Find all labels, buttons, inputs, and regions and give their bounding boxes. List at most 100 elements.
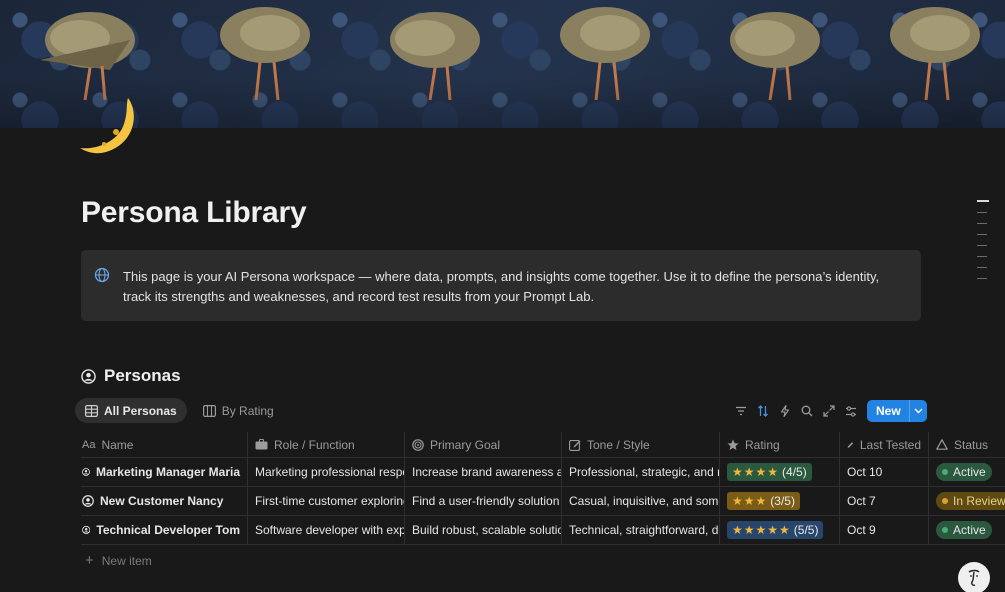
tab-by-rating[interactable]: By Rating xyxy=(193,398,284,423)
column-header-role[interactable]: Role / Function xyxy=(248,432,405,457)
pen-icon xyxy=(847,441,854,448)
cell-name[interactable]: Technical Developer Tom xyxy=(81,516,248,544)
table-row[interactable]: Marketing Manager Maria Marketing profes… xyxy=(81,458,1005,487)
rating-stars: ★★★★★ xyxy=(732,523,791,537)
rating-stars: ★★★★ xyxy=(732,465,780,479)
new-item-label: New item xyxy=(101,553,152,568)
row-name: New Customer Nancy xyxy=(100,494,224,508)
toc-line xyxy=(977,212,987,213)
database-title[interactable]: Personas xyxy=(81,366,181,386)
cell-role[interactable]: Software developer with expert xyxy=(248,516,405,544)
filter-icon[interactable] xyxy=(730,400,752,422)
rating-badge: ★★★★★ (5/5) xyxy=(727,521,824,539)
new-button-label: New xyxy=(876,404,901,418)
status-badge: Active xyxy=(936,521,992,539)
column-header-goal[interactable]: Primary Goal xyxy=(405,432,562,457)
row-name: Marketing Manager Maria xyxy=(95,465,240,479)
expand-icon[interactable] xyxy=(818,400,840,422)
rating-text: (3/5) xyxy=(770,494,795,508)
table-header-row: Aa Name Role / Function Primary Goal Ton… xyxy=(81,432,1005,458)
column-label: Primary Goal xyxy=(430,437,501,452)
column-header-status[interactable]: Status xyxy=(929,432,1005,457)
cell-rating[interactable]: ★★★★★ (5/5) xyxy=(720,516,840,544)
board-icon xyxy=(202,404,216,417)
column-header-tone[interactable]: Tone / Style xyxy=(562,432,720,457)
column-header-rating[interactable]: Rating xyxy=(720,432,840,457)
edit-icon xyxy=(569,439,581,451)
view-tabs: All Personas By Rating xyxy=(75,398,284,423)
toc-line xyxy=(977,234,987,235)
table-row[interactable]: New Customer Nancy First-time customer e… xyxy=(81,487,1005,516)
cell-tone[interactable]: Professional, strategic, and resu xyxy=(562,458,720,486)
cell-last-tested[interactable]: Oct 7 xyxy=(840,487,929,515)
column-label: Last Tested xyxy=(859,437,921,452)
cell-last-tested[interactable]: Oct 10 xyxy=(840,458,929,486)
persona-icon xyxy=(82,525,91,535)
toc-line xyxy=(977,245,987,246)
cell-tone[interactable]: Technical, straightforward, deta xyxy=(562,516,720,544)
cell-status[interactable]: Active xyxy=(929,516,1005,544)
cell-goal[interactable]: Increase brand awareness and c xyxy=(405,458,562,486)
rating-text: (4/5) xyxy=(782,465,807,479)
sort-icon[interactable] xyxy=(752,400,774,422)
rating-stars: ★★★ xyxy=(732,494,768,508)
cell-name[interactable]: New Customer Nancy xyxy=(81,487,248,515)
triangle-icon xyxy=(936,439,948,450)
column-label: Rating xyxy=(745,437,780,452)
column-label: Status xyxy=(954,437,989,452)
new-button[interactable]: New xyxy=(867,400,927,422)
crescent-moon-icon[interactable] xyxy=(78,94,142,158)
persona-icon xyxy=(82,495,94,507)
rating-badge: ★★★★ (4/5) xyxy=(727,463,812,481)
search-icon[interactable] xyxy=(796,400,818,422)
automation-icon[interactable] xyxy=(774,400,796,422)
column-header-name[interactable]: Aa Name xyxy=(81,432,248,457)
cell-tone[interactable]: Casual, inquisitive, and sometim xyxy=(562,487,720,515)
new-item-button[interactable]: + New item xyxy=(85,552,152,569)
column-label: Name xyxy=(101,437,134,452)
cell-goal[interactable]: Find a user-friendly solution tha xyxy=(405,487,562,515)
callout-text: This page is your AI Persona workspace —… xyxy=(123,269,880,304)
intro-callout[interactable]: This page is your AI Persona workspace —… xyxy=(81,250,921,321)
cell-role[interactable]: Marketing professional respons xyxy=(248,458,405,486)
cell-rating[interactable]: ★★★ (3/5) xyxy=(720,487,840,515)
chevron-down-icon[interactable] xyxy=(908,400,927,422)
toc-line xyxy=(977,267,987,268)
tab-label: All Personas xyxy=(104,403,177,418)
help-button[interactable] xyxy=(958,562,990,592)
status-badge: Active xyxy=(936,463,992,481)
tab-all-personas[interactable]: All Personas xyxy=(75,398,187,423)
status-label: Active xyxy=(953,523,986,537)
cell-goal[interactable]: Build robust, scalable solutions xyxy=(405,516,562,544)
settings-icon[interactable] xyxy=(840,400,862,422)
toc-line xyxy=(977,223,987,224)
rating-text: (5/5) xyxy=(793,523,819,537)
cell-last-tested[interactable]: Oct 9 xyxy=(840,516,929,544)
cell-status[interactable]: In Review xyxy=(929,487,1005,515)
tab-label: By Rating xyxy=(221,403,274,418)
text-icon: Aa xyxy=(82,438,96,451)
column-label: Tone / Style xyxy=(587,437,650,452)
column-label: Role / Function xyxy=(274,437,355,452)
cell-rating[interactable]: ★★★★ (4/5) xyxy=(720,458,840,486)
status-dot xyxy=(942,498,948,504)
table-row[interactable]: Technical Developer Tom Software develop… xyxy=(81,516,1005,545)
globe-icon xyxy=(94,267,110,283)
page-title[interactable]: Persona Library xyxy=(81,196,307,230)
page-cover-image[interactable] xyxy=(0,0,1005,128)
database-toolbar xyxy=(730,400,862,422)
notion-ai-face-icon xyxy=(968,569,980,586)
status-label: In Review xyxy=(953,494,1005,508)
cover-shade xyxy=(0,0,1005,128)
cell-status[interactable]: Active xyxy=(929,458,1005,486)
table-of-contents-indicator[interactable] xyxy=(977,200,989,289)
cell-name[interactable]: Marketing Manager Maria xyxy=(81,458,248,486)
toc-line xyxy=(977,278,987,279)
personas-table: Aa Name Role / Function Primary Goal Ton… xyxy=(81,432,1005,545)
toc-line xyxy=(977,200,989,202)
target-icon xyxy=(412,438,424,451)
briefcase-icon xyxy=(255,439,268,450)
persona-icon xyxy=(82,468,90,476)
column-header-last-tested[interactable]: Last Tested xyxy=(840,432,929,457)
cell-role[interactable]: First-time customer exploring p xyxy=(248,487,405,515)
